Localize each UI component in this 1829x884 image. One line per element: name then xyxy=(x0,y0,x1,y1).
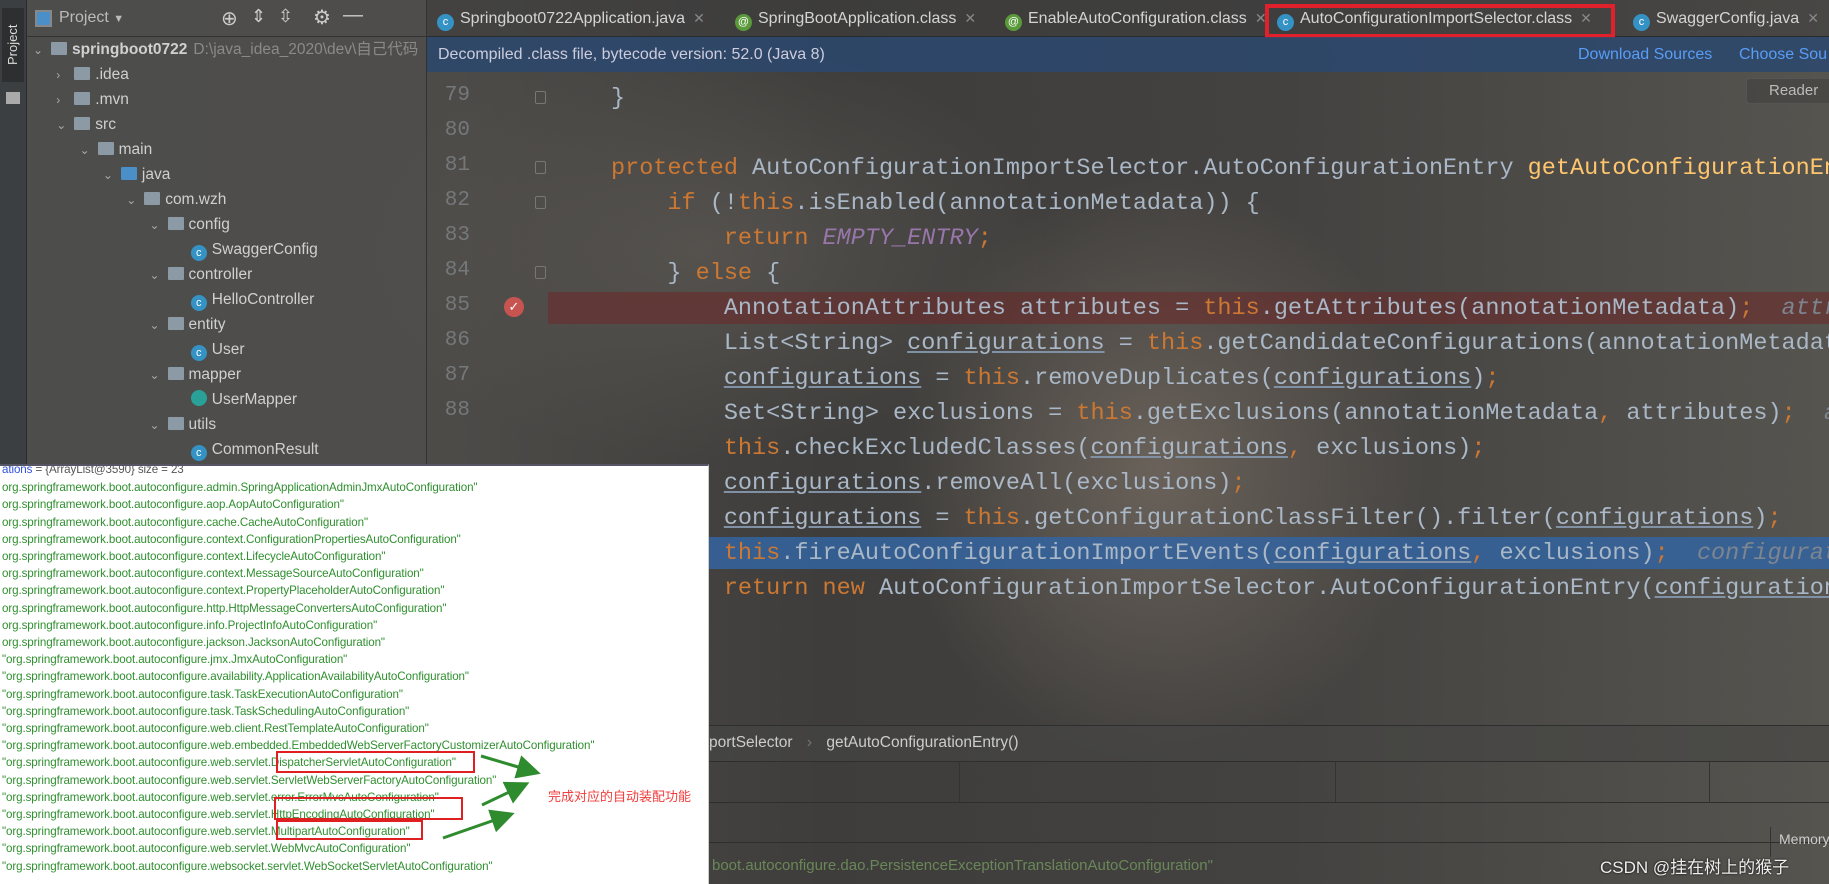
code-token: (! xyxy=(709,189,738,217)
code-token: this xyxy=(723,434,781,462)
code-token: .getConfigurationClassFilter().filter( xyxy=(1020,504,1556,532)
code-token: configuration xyxy=(1654,574,1829,602)
breadcrumb-separator-icon: › xyxy=(806,734,813,751)
close-icon[interactable]: ✕ xyxy=(1807,10,1819,26)
arrow-icon xyxy=(481,781,530,807)
tab-swaggerconfig-java[interactable]: c SwaggerConfig.java ✕ xyxy=(1633,0,1819,37)
code-token: EMPTY_ENTRY xyxy=(822,224,978,252)
code-token: , xyxy=(1471,539,1500,567)
code-token: , xyxy=(1287,434,1317,462)
code-token: ; xyxy=(1471,434,1486,462)
code-token: a xyxy=(1796,400,1829,427)
code-line: configurations = this.removeDuplicates(c… xyxy=(611,361,1500,396)
code-token: ; xyxy=(1739,294,1754,322)
code-line: this.fireAutoConfigurationImportEvents(c… xyxy=(611,536,1829,571)
tab-label: SpringBootApplication.class xyxy=(758,10,957,27)
code-token: configurations xyxy=(1090,434,1288,462)
annotation-text: 完成对应的自动装配功能 xyxy=(548,789,692,804)
code-token: .getCandidateConfigurations(annotationMe… xyxy=(1203,329,1829,357)
code-token: attr xyxy=(1781,294,1829,322)
tab-highlight-box xyxy=(1265,4,1615,38)
code-line: protected AutoConfigurationImportSelecto… xyxy=(611,151,1829,186)
breadcrumb-item[interactable]: portSelector xyxy=(709,734,793,751)
code-token: this xyxy=(1076,399,1133,427)
code-token: ; xyxy=(1231,469,1246,497)
code-token: ; xyxy=(1767,504,1782,532)
code-token: configurations xyxy=(1273,539,1472,567)
annotation-icon: @ xyxy=(735,14,752,31)
code-token: .getAttributes(annotationMetadata) xyxy=(1259,294,1740,322)
code-token: configurat xyxy=(1668,539,1829,567)
code-line: configurations = this.getConfigurationCl… xyxy=(611,501,1782,536)
code-token: ; xyxy=(977,224,992,252)
annotation-arrows xyxy=(442,754,541,840)
code-token: this xyxy=(723,539,781,567)
code-token: configurations xyxy=(1555,504,1754,532)
code-token: .checkExcludedClasses( xyxy=(780,434,1091,462)
code-token: this xyxy=(1146,329,1204,357)
code-token: configurations xyxy=(723,469,922,497)
code-token: AutoConfigurationImportSelector.AutoConf… xyxy=(878,574,1655,602)
code-token: , xyxy=(1598,399,1627,427)
annotation-icon: @ xyxy=(1005,14,1022,31)
reader-mode-button[interactable]: Reader xyxy=(1746,78,1829,104)
code-token: attributes) xyxy=(1626,399,1782,427)
code-token: { xyxy=(766,259,781,287)
code-token: ) xyxy=(1753,504,1768,532)
close-icon[interactable]: ✕ xyxy=(964,10,976,26)
code-token: ; xyxy=(1485,364,1500,392)
code-token: AutoConfigurationImportSelector.AutoConf… xyxy=(752,154,1528,182)
code-token: .getExclusions(annotationMetadata xyxy=(1132,399,1599,427)
breadcrumb: portSelector › getAutoConfigurationEntry… xyxy=(709,725,1019,761)
watermark: CSDN @挂在树上的猴子 xyxy=(1600,858,1790,877)
arrow-icon xyxy=(442,809,515,840)
code-token: .fireAutoConfigurationImportEvents( xyxy=(780,539,1274,567)
code-line: return new AutoConfigurationImportSelect… xyxy=(611,571,1829,606)
code-token: this xyxy=(737,189,795,217)
class-icon: c xyxy=(1633,14,1650,31)
code-token: exclusions) xyxy=(1499,539,1655,567)
code-token: this xyxy=(1203,294,1260,322)
code-token: getAutoConfigurationEn xyxy=(1527,154,1829,182)
download-sources-link[interactable]: Download Sources xyxy=(1578,37,1712,72)
choose-sources-link[interactable]: Choose Sou xyxy=(1739,37,1827,72)
code-token: ) xyxy=(1471,364,1486,392)
code-token: .removeAll(exclusions) xyxy=(921,469,1232,497)
tab-label: SwaggerConfig.java xyxy=(1656,10,1800,27)
code-token: configurations xyxy=(1273,364,1472,392)
code-token: configurations xyxy=(723,504,922,532)
code-line: List<String> configurations = this.getCa… xyxy=(611,326,1829,361)
code-token: ; xyxy=(1781,399,1796,427)
code-token: = xyxy=(921,364,964,392)
code-token: = xyxy=(921,504,964,532)
code-line: Set<String> exclusions = this.getExclusi… xyxy=(611,396,1829,431)
code-token: return xyxy=(723,224,823,252)
code-token: this xyxy=(963,504,1020,532)
code-line: this.checkExcludedClasses(configurations… xyxy=(611,431,1486,466)
code-token: configurations xyxy=(907,329,1105,357)
code-line: AnnotationAttributes attributes = this.g… xyxy=(611,291,1829,326)
breadcrumb-item[interactable]: getAutoConfigurationEntry() xyxy=(826,734,1018,751)
tab-enableautoconfiguration-class[interactable]: @ EnableAutoConfiguration.class ✕ xyxy=(1005,0,1267,37)
code-token: = xyxy=(1104,329,1147,357)
tab-label: EnableAutoConfiguration.class xyxy=(1028,10,1247,27)
code-token: .isEnabled(annotationMetadata)) { xyxy=(794,189,1260,217)
debug-value-text: boot.autoconfigure.dao.PersistenceExcept… xyxy=(712,857,1213,874)
code-token: exclusions) xyxy=(1316,434,1472,462)
code-token: return new xyxy=(723,574,879,602)
arrow-icon xyxy=(480,754,541,779)
code-token: configurations xyxy=(723,364,922,392)
code-token: this xyxy=(963,364,1020,392)
tab-springbootapplication-class[interactable]: @ SpringBootApplication.class ✕ xyxy=(735,0,976,37)
code-token: ; xyxy=(1654,539,1669,567)
code-token: .removeDuplicates( xyxy=(1020,364,1274,392)
